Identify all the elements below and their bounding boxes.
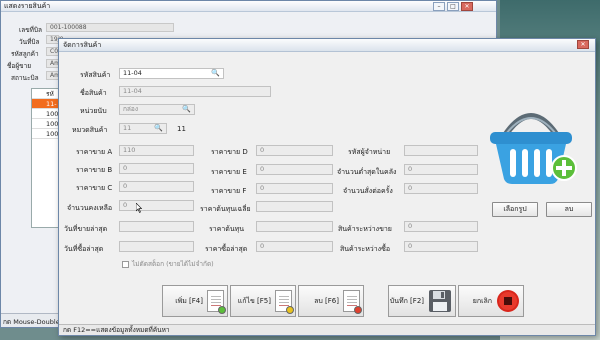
dialog-status-bar: กด F12==แสดงข้อมูลทั้งหมดที่ค้นหา [59, 324, 595, 335]
save-button-label: บันทึก [F2] [389, 296, 424, 305]
add-button[interactable]: เพิ่ม [F4] [162, 285, 228, 317]
unit-input[interactable]: กล่อง 🔍 [119, 104, 195, 115]
product-code-input[interactable]: 11-04 🔍 [119, 68, 224, 79]
choose-image-button[interactable]: เลือกรูป [492, 202, 538, 217]
label-order-qty: จำนวนสั่งต่อครั้ง [343, 187, 393, 195]
search-icon[interactable]: 🔍 [182, 105, 191, 114]
dialog-controls: ✕ [577, 40, 589, 49]
bg-field-bill-no[interactable]: 001-100088 [46, 23, 174, 32]
delete-badge-icon [354, 306, 362, 314]
label-price-b: ราคาขาย B [76, 166, 113, 174]
price-e-input[interactable]: 0 [256, 164, 333, 175]
label-price-a: ราคาขาย A [76, 148, 113, 156]
background-window-controls: – □ ✕ [433, 2, 473, 11]
dialog-title: จัดการสินค้า [63, 40, 102, 49]
search-icon[interactable]: 🔍 [211, 69, 220, 78]
bg-label-bill-no: เลขที่บิล [19, 26, 43, 34]
last-buy-date-input[interactable] [119, 241, 194, 252]
product-code-value: 11-04 [123, 69, 142, 77]
add-badge-icon [218, 306, 226, 314]
checkbox-box[interactable] [122, 260, 129, 268]
product-dialog: จัดการสินค้า ✕ รหัสสินค้า 11-04 🔍 ชื่อสิน… [58, 38, 596, 336]
supplier-input[interactable] [404, 145, 478, 156]
unit-value: กล่อง [123, 105, 138, 113]
price-a-input[interactable]: 110 [119, 145, 194, 156]
maximize-button[interactable]: □ [447, 2, 459, 11]
background-window-title: แสดงรายสินค้า [4, 1, 51, 10]
price-b-input[interactable]: 0 [119, 163, 194, 174]
pending-sale-input[interactable]: 0 [404, 221, 478, 232]
label-last-buy-date: วันที่ซื้อล่าสุด [64, 245, 104, 253]
label-avg-cost: ราคาต้นทุนเฉลี่ย [200, 205, 251, 213]
label-category: หมวดสินค้า [72, 126, 108, 134]
background-window-titlebar: แสดงรายสินค้า [1, 1, 496, 12]
mouse-cursor-icon [136, 203, 142, 213]
label-pending-sale: สินค้าระหว่างขาย [338, 225, 392, 233]
label-price-d: ราคาขาย D [211, 148, 248, 156]
dialog-titlebar: จัดการสินค้า [59, 39, 595, 52]
label-last-buy-price: ราคาซื้อล่าสุด [205, 245, 248, 253]
bg-label-status: สถานะบิล [11, 74, 39, 82]
stock-qty-input[interactable]: 0 [119, 200, 194, 211]
label-supplier: รหัสผู้จำหน่าย [348, 148, 391, 156]
category-name: 11 [177, 125, 186, 133]
bg-label-seller: ชื่อผู้ขาย [7, 62, 32, 70]
avg-cost-input[interactable] [256, 201, 333, 212]
price-f-input[interactable]: 0 [256, 183, 333, 194]
edit-button[interactable]: แก้ไข [F5] [230, 285, 296, 317]
last-sale-date-input[interactable] [119, 221, 194, 232]
edit-badge-icon [286, 306, 294, 314]
label-cost-price: ราคาต้นทุน [209, 225, 245, 233]
cancel-button-label: ยกเลิก [472, 296, 492, 305]
label-min-qty: จำนวนต่ำสุดในคลัง [337, 168, 397, 176]
product-name-input[interactable]: 11-04 [119, 86, 271, 97]
label-last-sale-date: วันที่ขายล่าสุด [64, 225, 108, 233]
last-buy-price-input[interactable]: 0 [256, 241, 333, 252]
search-icon[interactable]: 🔍 [154, 124, 163, 133]
cost-price-input[interactable] [256, 221, 333, 232]
no-stock-cut-checkbox[interactable]: ไม่ตัดสต็อก (ขายได้ไม่จำกัด) [122, 259, 214, 269]
cancel-button[interactable]: ยกเลิก [458, 285, 524, 317]
label-unit: หน่วยนับ [80, 107, 107, 115]
save-button[interactable]: บันทึก [F2] [388, 285, 456, 317]
category-input[interactable]: 11 🔍 [119, 123, 167, 134]
label-pending-buy: สินค้าระหว่างซื้อ [340, 245, 391, 253]
stop-icon [497, 290, 519, 312]
dialog-close-button[interactable]: ✕ [577, 40, 589, 49]
label-price-e: ราคาขาย E [211, 168, 247, 176]
label-price-f: ราคาขาย F [211, 187, 247, 195]
pending-buy-input[interactable]: 0 [404, 241, 478, 252]
bg-label-customer: รหัสลูกค้า [11, 50, 39, 58]
floppy-disk-icon [429, 290, 451, 312]
price-c-input[interactable]: 0 [119, 181, 194, 192]
delete-button[interactable]: ลบ [F6] [298, 285, 364, 317]
edit-document-icon [275, 290, 294, 314]
bg-label-bill-date: วันที่บิล [19, 38, 40, 46]
minimize-button[interactable]: – [433, 2, 445, 11]
no-stock-cut-label: ไม่ตัดสต็อก (ขายได้ไม่จำกัด) [132, 260, 214, 268]
category-value: 11 [123, 124, 132, 132]
close-button[interactable]: ✕ [461, 2, 473, 11]
edit-button-label: แก้ไข [F5] [237, 296, 271, 305]
add-button-label: เพิ่ม [F4] [175, 296, 203, 305]
add-document-icon [207, 290, 226, 314]
label-product-name: ชื่อสินค้า [80, 89, 107, 97]
delete-image-button[interactable]: ลบ [546, 202, 592, 217]
delete-document-icon [343, 290, 362, 314]
label-price-c: ราคาขาย C [76, 184, 113, 192]
order-qty-input[interactable]: 0 [404, 183, 478, 194]
basket-icon [490, 113, 577, 184]
price-d-input[interactable]: 0 [256, 145, 333, 156]
delete-button-label: ลบ [F6] [314, 296, 339, 305]
label-product-code: รหัสสินค้า [80, 71, 111, 79]
label-stock-qty: จำนวนคงเหลือ [67, 204, 113, 212]
min-qty-input[interactable]: 0 [404, 164, 478, 175]
